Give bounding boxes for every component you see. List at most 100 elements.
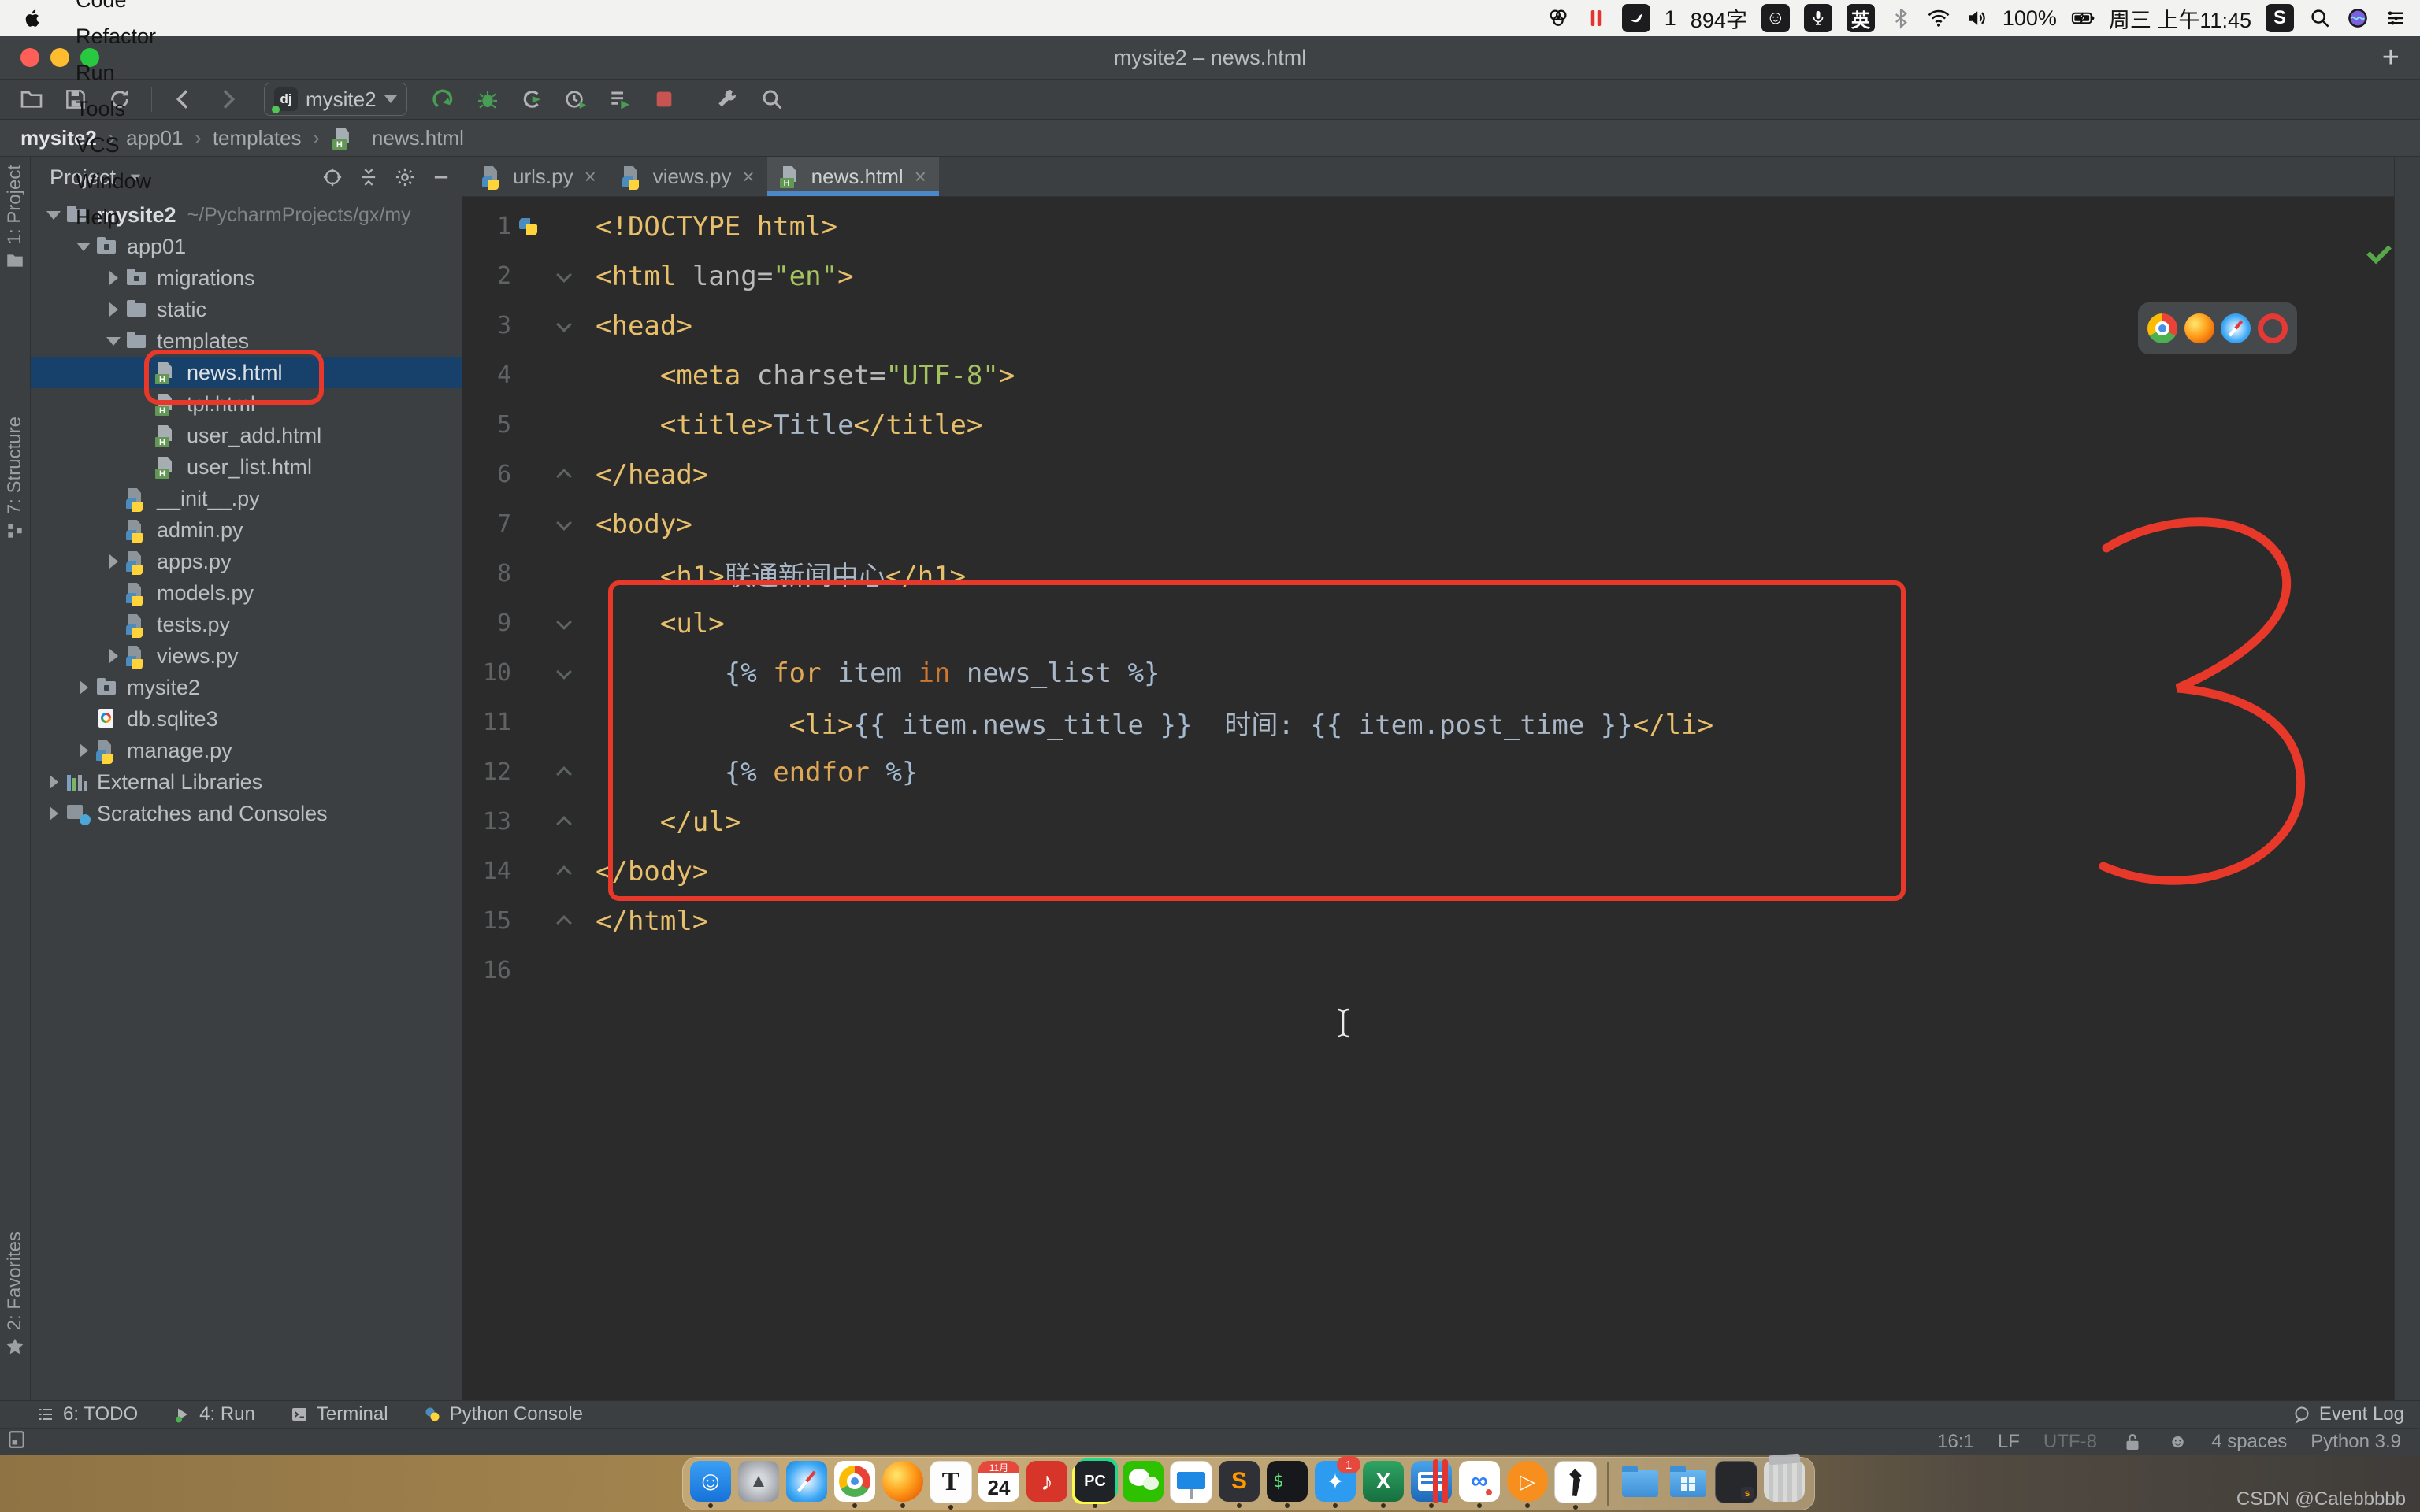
menu-clock[interactable]: 周三 上午11:45 (2109, 3, 2251, 34)
toolwindow-switcher-icon[interactable] (6, 1429, 27, 1455)
tree-row-models-py[interactable]: models.py (31, 577, 462, 609)
tree-row-user-add-html[interactable]: Huser_add.html (31, 420, 462, 451)
tool-stripe-project[interactable]: 1: Project (0, 165, 30, 271)
tree-row-views-py[interactable]: views.py (31, 640, 462, 672)
tree-closed-arrow[interactable] (73, 743, 94, 758)
tab-news-html[interactable]: Hnews.html × (766, 157, 940, 196)
code-line-5[interactable]: 5 <title>Title</title> (462, 400, 2394, 450)
tab-views-py[interactable]: views.py × (609, 157, 767, 196)
sogou-icon[interactable]: S (2266, 4, 2294, 32)
volume-icon[interactable] (1965, 6, 1988, 30)
tree-open-arrow[interactable] (103, 337, 124, 346)
menu-item-help[interactable]: Help (60, 199, 185, 235)
dock-item-downloads-folder[interactable] (1619, 1461, 1661, 1508)
python-interpreter[interactable]: Python 3.9 (2311, 1431, 2401, 1453)
tool-stripe-favorites[interactable]: 2: Favorites (0, 1232, 30, 1357)
tree-closed-arrow[interactable] (103, 649, 124, 663)
dock-item-launchpad[interactable]: ▲ (737, 1461, 780, 1508)
focus-rings-icon[interactable] (1546, 6, 1570, 30)
code-line-2[interactable]: 2 <html lang="en"> (462, 251, 2394, 301)
toolwindow-python-console[interactable]: Python Console (423, 1403, 583, 1425)
dock-item-typora[interactable]: T (930, 1461, 972, 1510)
dock-item-terminal[interactable]: $ (1266, 1461, 1308, 1508)
dock-item-wechat[interactable] (1122, 1461, 1164, 1508)
word-count[interactable]: 894字 (1691, 3, 1747, 34)
search-everywhere-button[interactable] (752, 82, 792, 117)
code-editor[interactable]: 1 <!DOCTYPE html> 2 <html lang="en"> 3 <head>… (462, 197, 2394, 1400)
tree-row-migrations[interactable]: migrations (31, 262, 462, 294)
battery-icon[interactable] (2071, 6, 2095, 30)
dock-item-trash[interactable] (1763, 1461, 1806, 1508)
run-configurations-button[interactable] (599, 82, 640, 117)
menu-item-vcs[interactable]: VCS (60, 127, 185, 163)
fold-marker-icon[interactable] (547, 301, 581, 350)
tree-row-admin-py[interactable]: admin.py (31, 514, 462, 546)
emoji-input-icon[interactable]: ☺ (1761, 4, 1790, 32)
toolwindow-todo[interactable]: 6: TODO (36, 1403, 138, 1425)
chrome-browser-icon[interactable] (2147, 313, 2178, 343)
menu-item-run[interactable]: Run (60, 54, 185, 91)
profiler-button[interactable] (555, 82, 596, 117)
open-button[interactable] (11, 82, 52, 117)
dock-item-pycharm[interactable]: PC (1074, 1461, 1116, 1508)
tree-closed-arrow[interactable] (103, 302, 124, 317)
settings-wrench-button[interactable] (707, 82, 748, 117)
file-encoding[interactable]: UTF-8 (2043, 1431, 2097, 1453)
menu-item-tools[interactable]: Tools (60, 91, 185, 127)
spotlight-icon[interactable] (2308, 6, 2332, 30)
tree-row-Scratches-and-Consoles[interactable]: Scratches and Consoles (31, 798, 462, 829)
recording-pause-icon[interactable] (1584, 6, 1608, 30)
toolwindow-terminal[interactable]: Terminal (290, 1403, 388, 1425)
stop-button[interactable] (644, 82, 685, 117)
dock-item-tie-app[interactable] (1554, 1461, 1597, 1510)
fold-marker-icon[interactable] (547, 450, 581, 499)
tree-open-arrow[interactable] (73, 243, 94, 251)
tree-row-db-sqlite3[interactable]: db.sqlite3 (31, 703, 462, 735)
tree-row-apps-py[interactable]: apps.py (31, 546, 462, 577)
mic-icon[interactable] (1803, 4, 1832, 32)
line-separator[interactable]: LF (1998, 1431, 2020, 1453)
dock-item-netease-music[interactable]: ♪ (1026, 1461, 1068, 1508)
siri-icon[interactable] (2346, 6, 2370, 30)
wifi-icon[interactable] (1927, 6, 1950, 30)
dock-item-finder[interactable]: ☺ (689, 1461, 732, 1508)
toolwindow-run[interactable]: 4: Run (173, 1403, 255, 1425)
dock-item-chrome[interactable] (833, 1461, 876, 1508)
fold-marker-icon[interactable] (547, 648, 581, 698)
menu-item-window[interactable]: Window (60, 163, 185, 199)
dock-item-parallels[interactable] (1410, 1459, 1453, 1508)
tree-row-user-list-html[interactable]: Huser_list.html (31, 451, 462, 483)
tree-closed-arrow[interactable] (103, 271, 124, 285)
tree-row-tests-py[interactable]: tests.py (31, 609, 462, 640)
lock-icon[interactable] (2121, 1430, 2144, 1454)
breadcrumb-item-news.html[interactable]: Hnews.html (331, 126, 464, 150)
tree-row-External-Libraries[interactable]: External Libraries (31, 766, 462, 798)
opera-browser-icon[interactable] (2257, 313, 2288, 343)
tree-closed-arrow[interactable] (73, 680, 94, 695)
run-button[interactable] (423, 82, 464, 117)
code-line-16[interactable]: 16 (462, 946, 2394, 995)
tree-row--init-py[interactable]: __init__.py (31, 483, 462, 514)
input-language-indicator[interactable]: 英 (1846, 4, 1875, 32)
battery-percent[interactable]: 100% (2002, 6, 2057, 31)
apple-menu-icon[interactable] (19, 5, 46, 32)
indent-setting[interactable]: 4 spaces (2211, 1431, 2287, 1453)
bluetooth-icon[interactable] (1889, 6, 1913, 30)
target-button[interactable] (321, 166, 343, 188)
tree-row-app01[interactable]: app01 (31, 231, 462, 262)
minus-button[interactable] (430, 166, 452, 188)
breadcrumb-item-templates[interactable]: templates (213, 126, 302, 150)
inspection-profile-icon[interactable]: ☻ (2168, 1431, 2188, 1453)
tree-closed-arrow[interactable] (43, 806, 64, 821)
dingtalk-unread-count[interactable]: 1 (1665, 6, 1676, 31)
fold-marker-icon[interactable] (547, 747, 581, 797)
fold-marker-icon[interactable] (547, 896, 581, 946)
code-line-4[interactable]: 4 <meta charset="UTF-8"> (462, 350, 2394, 400)
fold-marker-icon[interactable] (547, 797, 581, 847)
dock-item-windows-folder[interactable] (1667, 1461, 1709, 1508)
code-line-6[interactable]: 6 </head> (462, 450, 2394, 499)
fold-marker-icon[interactable] (547, 251, 581, 301)
dingtalk-menu-icon[interactable] (1621, 4, 1650, 32)
fold-marker-icon[interactable] (547, 847, 581, 896)
dock-item-calendar[interactable]: 11月 24 (978, 1461, 1020, 1508)
